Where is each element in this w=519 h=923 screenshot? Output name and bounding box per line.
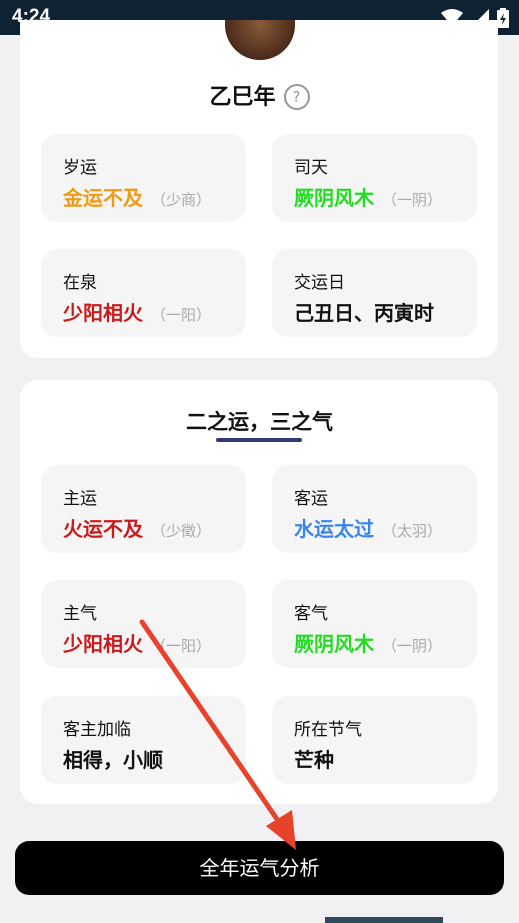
tile-label: 客气 (294, 604, 328, 624)
tile-zai-quan: 在泉 少阳相火 （一阳） (41, 249, 246, 337)
tile-value: 金运不及 （少商） (63, 186, 212, 210)
tile-sub: （一阴） (382, 191, 443, 209)
tile-ke-yun: 客运 水运太过 （太羽） (272, 465, 477, 553)
tile-label: 客运 (294, 489, 328, 509)
tile-ke-zhu-jia-lin: 客主加临 相得，小顺 (41, 696, 246, 784)
bottom-strip (325, 917, 443, 923)
section-title: 二之运，三之气 (186, 410, 333, 434)
tile-label: 主运 (63, 489, 97, 509)
tile-value: 厥阴风木 （一阴） (294, 186, 443, 210)
annual-analysis-button[interactable]: 全年运气分析 (15, 841, 504, 895)
tile-value: 少阳相火 （一阳） (63, 301, 212, 325)
tile-sui-yun: 岁运 金运不及 （少商） (41, 134, 246, 222)
tile-sub: （一阴） (382, 637, 443, 655)
tile-value: 厥阴风木 （一阴） (294, 632, 443, 656)
tile-value: 少阳相火 （一阳） (63, 632, 212, 656)
tile-sub: （一阳） (151, 306, 212, 324)
tile-sub: （太羽） (382, 522, 443, 540)
tile-label: 主气 (63, 604, 97, 624)
year-title-text: 乙巳年 (209, 85, 276, 110)
tile-si-tian: 司天 厥阴风木 （一阴） (272, 134, 477, 222)
tile-zhu-qi: 主气 少阳相火 （一阳） (41, 580, 246, 668)
tile-sub: （一阳） (151, 637, 212, 655)
tile-value: 火运不及 （少徵） (63, 517, 212, 541)
title-underline (216, 438, 302, 442)
tile-jiao-yun-ri: 交运日 己丑日、丙寅时 (272, 249, 477, 337)
tile-label: 交运日 (294, 273, 345, 293)
tile-value: 芒种 (294, 748, 334, 772)
tile-zhu-yun: 主运 火运不及 （少徵） (41, 465, 246, 553)
tile-label: 客主加临 (63, 720, 131, 740)
tile-jie-qi: 所在节气 芒种 (272, 696, 477, 784)
tile-label: 岁运 (63, 158, 97, 178)
tile-value: 水运太过 （太羽） (294, 517, 443, 541)
tile-label: 在泉 (63, 273, 97, 293)
tile-label: 司天 (294, 158, 328, 178)
tile-value: 己丑日、丙寅时 (294, 301, 434, 325)
tile-label: 所在节气 (294, 720, 362, 740)
tile-ke-qi: 客气 厥阴风木 （一阴） (272, 580, 477, 668)
year-title: 乙巳年? (0, 79, 519, 111)
battery-icon (497, 8, 509, 28)
tile-sub: （少徵） (151, 522, 212, 540)
help-icon[interactable]: ? (283, 84, 310, 110)
tile-value: 相得，小顺 (63, 748, 163, 772)
tile-sub: （少商） (151, 191, 212, 209)
